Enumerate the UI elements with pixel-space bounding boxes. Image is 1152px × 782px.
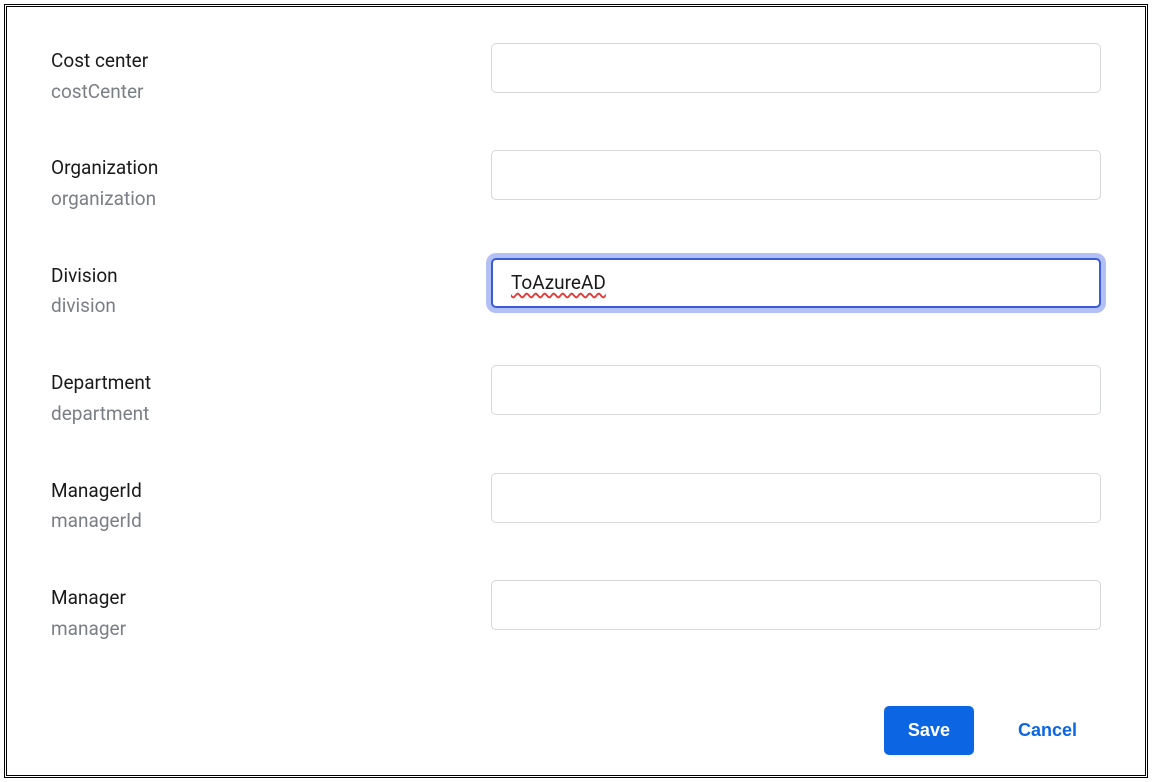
manager-id-input[interactable]: [491, 473, 1101, 523]
outer-frame: Cost center costCenter Organization orga…: [4, 4, 1148, 778]
manager-sublabel: manager: [51, 617, 491, 642]
actions-bar: Save Cancel: [884, 706, 1085, 755]
form-panel: Cost center costCenter Organization orga…: [6, 6, 1146, 776]
cost-center-input[interactable]: [491, 43, 1101, 93]
save-button[interactable]: Save: [884, 706, 974, 755]
cost-center-label: Cost center: [51, 49, 491, 74]
row-organization: Organization organization: [51, 150, 1101, 211]
department-input[interactable]: [491, 365, 1101, 415]
row-manager-id: ManagerId managerId: [51, 473, 1101, 534]
label-col: ManagerId managerId: [51, 473, 491, 534]
cost-center-sublabel: costCenter: [51, 80, 491, 105]
label-col: Manager manager: [51, 580, 491, 641]
division-input-text: ToAzureAD: [511, 271, 606, 294]
department-sublabel: department: [51, 402, 491, 427]
row-cost-center: Cost center costCenter: [51, 43, 1101, 104]
department-label: Department: [51, 371, 491, 396]
manager-id-sublabel: managerId: [51, 509, 491, 534]
manager-input[interactable]: [491, 580, 1101, 630]
manager-id-label: ManagerId: [51, 479, 491, 504]
label-col: Division division: [51, 258, 491, 319]
input-col: [491, 473, 1101, 523]
cancel-button[interactable]: Cancel: [1010, 706, 1085, 755]
label-col: Cost center costCenter: [51, 43, 491, 104]
organization-label: Organization: [51, 156, 491, 181]
input-col: [491, 150, 1101, 200]
input-col: ToAzureAD: [491, 258, 1101, 308]
row-manager: Manager manager: [51, 580, 1101, 641]
division-input[interactable]: ToAzureAD: [491, 258, 1101, 308]
row-department: Department department: [51, 365, 1101, 426]
division-sublabel: division: [51, 294, 491, 319]
division-label: Division: [51, 264, 491, 289]
manager-label: Manager: [51, 586, 491, 611]
input-col: [491, 365, 1101, 415]
label-col: Organization organization: [51, 150, 491, 211]
input-col: [491, 43, 1101, 93]
organization-sublabel: organization: [51, 187, 491, 212]
label-col: Department department: [51, 365, 491, 426]
row-division: Division division ToAzureAD: [51, 258, 1101, 319]
input-col: [491, 580, 1101, 630]
organization-input[interactable]: [491, 150, 1101, 200]
